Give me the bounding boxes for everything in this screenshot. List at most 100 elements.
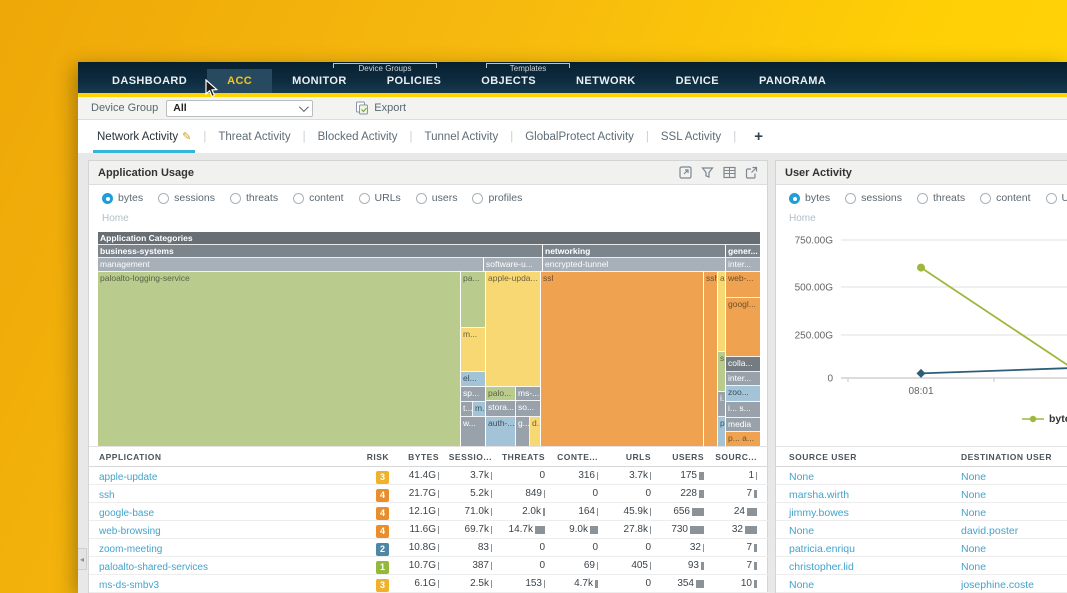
source-user-link[interactable]: christopher.lid [789,561,854,573]
tab-network-activity[interactable]: Network Activity✎ [93,122,195,152]
destination-user-link[interactable]: david.poster [961,525,1018,537]
treemap-cell-auth-[interactable]: auth-... [486,417,516,446]
tab-threat-activity[interactable]: Threat Activity [214,122,294,152]
destination-user-link[interactable]: None [961,489,986,501]
source-user-link[interactable]: None [789,471,814,483]
column-header-conte-[interactable]: CONTE... [548,452,601,462]
column-header-source-user[interactable]: SOURCE USER [776,452,961,462]
treemap-cell-inter-[interactable]: inter... [726,258,760,272]
tab-tunnel-activity[interactable]: Tunnel Activity [421,122,503,152]
treemap-cell-palo-[interactable]: palo... [486,387,516,401]
metric-radio-bytes[interactable]: bytes [102,192,143,204]
tab-blocked-activity[interactable]: Blocked Activity [314,122,402,152]
treemap-cell-el-[interactable]: el... [461,372,485,387]
treemap-cell-media[interactable]: media [726,418,760,432]
destination-user-link[interactable]: None [961,561,986,573]
tab-globalprotect-activity[interactable]: GlobalProtect Activity [521,122,638,152]
metric-radio-bytes[interactable]: bytes [789,192,830,204]
application-link[interactable]: ms-ds-smbv3 [99,580,159,591]
application-link[interactable]: zoom-meeting [99,544,162,555]
column-header-bytes[interactable]: BYTES [389,452,442,462]
nav-item-device[interactable]: DEVICE [656,69,739,93]
treemap-cell-encrypted-tunnel[interactable]: encrypted-tunnel [543,258,725,272]
filter-icon[interactable] [701,166,714,179]
metric-radio-sessions[interactable]: sessions [845,192,902,204]
metric-radio-content[interactable]: content [293,192,343,204]
tab-ssl-activity[interactable]: SSL Activity [657,122,725,152]
treemap-cell-management[interactable]: management [98,258,483,272]
treemap-cell-p-a-[interactable]: p... a... [726,432,760,446]
column-header-application[interactable]: APPLICATION [89,452,347,462]
treemap-cell-w-[interactable]: w... [461,417,485,446]
treemap-cell-i-[interactable]: i... [718,392,725,417]
table-view-icon[interactable] [723,166,736,179]
column-header-users[interactable]: USERS [654,452,707,462]
treemap-cell-stora-[interactable]: stora... [486,401,516,417]
treemap-cell-sp-[interactable]: sp... [461,387,485,402]
application-link[interactable]: apple-update [99,472,157,483]
add-tab-button[interactable]: + [754,128,763,145]
application-link[interactable]: paloalto-shared-services [99,562,208,573]
destination-user-link[interactable]: None [961,543,986,555]
treemap-cell-p-[interactable]: p... [718,417,725,446]
application-link[interactable]: ssh [99,490,115,501]
treemap-cell-ssl[interactable]: ssl [541,272,703,446]
maximize-icon[interactable] [679,166,692,179]
treemap-cell-ms-[interactable]: ms-... [516,387,540,401]
source-user-link[interactable]: None [789,579,814,591]
device-group-select[interactable]: All [166,100,313,117]
metric-radio-urls[interactable]: URLs [359,192,401,204]
destination-user-link[interactable]: josephine.coste [961,579,1034,591]
treemap-cell-software-u-[interactable]: software-u... [484,258,542,272]
treemap-breadcrumb[interactable]: Home [89,210,767,224]
treemap-cell-googl-[interactable]: googl... [726,298,760,357]
nav-item-dashboard[interactable]: DASHBOARD [92,69,207,93]
treemap-cell-gener-[interactable]: gener... [726,245,760,258]
destination-user-link[interactable]: None [961,471,986,483]
metric-radio-threats[interactable]: threats [230,192,278,204]
metric-radio-users[interactable]: users [416,192,458,204]
column-header-risk[interactable]: RISK [347,452,389,462]
treemap-cell-m-[interactable]: m... [461,328,485,372]
metric-radio-sessions[interactable]: sessions [158,192,215,204]
treemap-cell-i-s-[interactable]: i... s... [726,402,760,418]
source-user-link[interactable]: patricia.enriqu [789,543,855,555]
treemap-cell-ssh[interactable]: ssh [704,272,717,446]
metric-radio-content[interactable]: content [980,192,1030,204]
treemap-cell-a-[interactable]: a... [718,272,725,352]
treemap-cell-colla-[interactable]: colla... [726,357,760,372]
destination-user-link[interactable]: None [961,507,986,519]
nav-item-panorama[interactable]: PANORAMA [739,69,846,93]
jump-to-logs-icon[interactable] [745,166,758,179]
source-user-link[interactable]: marsha.wirth [789,489,849,501]
treemap-cell-networking[interactable]: networking [543,245,725,258]
treemap-cell-g-[interactable]: g... [516,417,530,446]
treemap-cell-apple-upda-[interactable]: apple-upda... [486,272,540,387]
treemap-cell-pa-[interactable]: pa... [461,272,485,328]
treemap-cell-d-[interactable]: d... [530,417,540,446]
treemap-cell-inter-[interactable]: inter... [726,372,760,386]
metric-radio-profiles[interactable]: profiles [472,192,522,204]
metric-radio-urls[interactable]: URLs [1046,192,1067,204]
export-button[interactable]: Export [355,101,406,115]
column-header-sourc-[interactable]: SOURC... [707,452,760,462]
treemap-cell-so-[interactable]: so... [516,401,540,417]
treemap-cell-business-systems[interactable]: business-systems [98,245,542,258]
nav-item-network[interactable]: NETWORK [556,69,656,93]
column-header-sessio-[interactable]: SESSIO... [442,452,495,462]
treemap-cell-m-[interactable]: m... [473,402,485,417]
application-link[interactable]: web-browsing [99,526,161,537]
source-user-link[interactable]: None [789,525,814,537]
edit-tab-pencil-icon[interactable]: ✎ [182,131,191,143]
source-user-link[interactable]: jimmy.bowes [789,507,849,519]
column-header-urls[interactable]: URLS [601,452,654,462]
treemap-cell-t-[interactable]: t... [461,402,473,417]
treemap-cell-Application-Categories[interactable]: Application Categories [98,232,760,245]
column-header-threats[interactable]: THREATS [495,452,548,462]
treemap-cell-zoo-[interactable]: zoo... [726,386,760,402]
sidebar-collapse-handle[interactable]: ◂ [78,548,87,570]
treemap-cell-s-[interactable]: s... [718,352,725,392]
metric-radio-threats[interactable]: threats [917,192,965,204]
column-header-destination-user[interactable]: DESTINATION USER [961,452,1067,462]
treemap-cell-web-[interactable]: web-... [726,272,760,298]
